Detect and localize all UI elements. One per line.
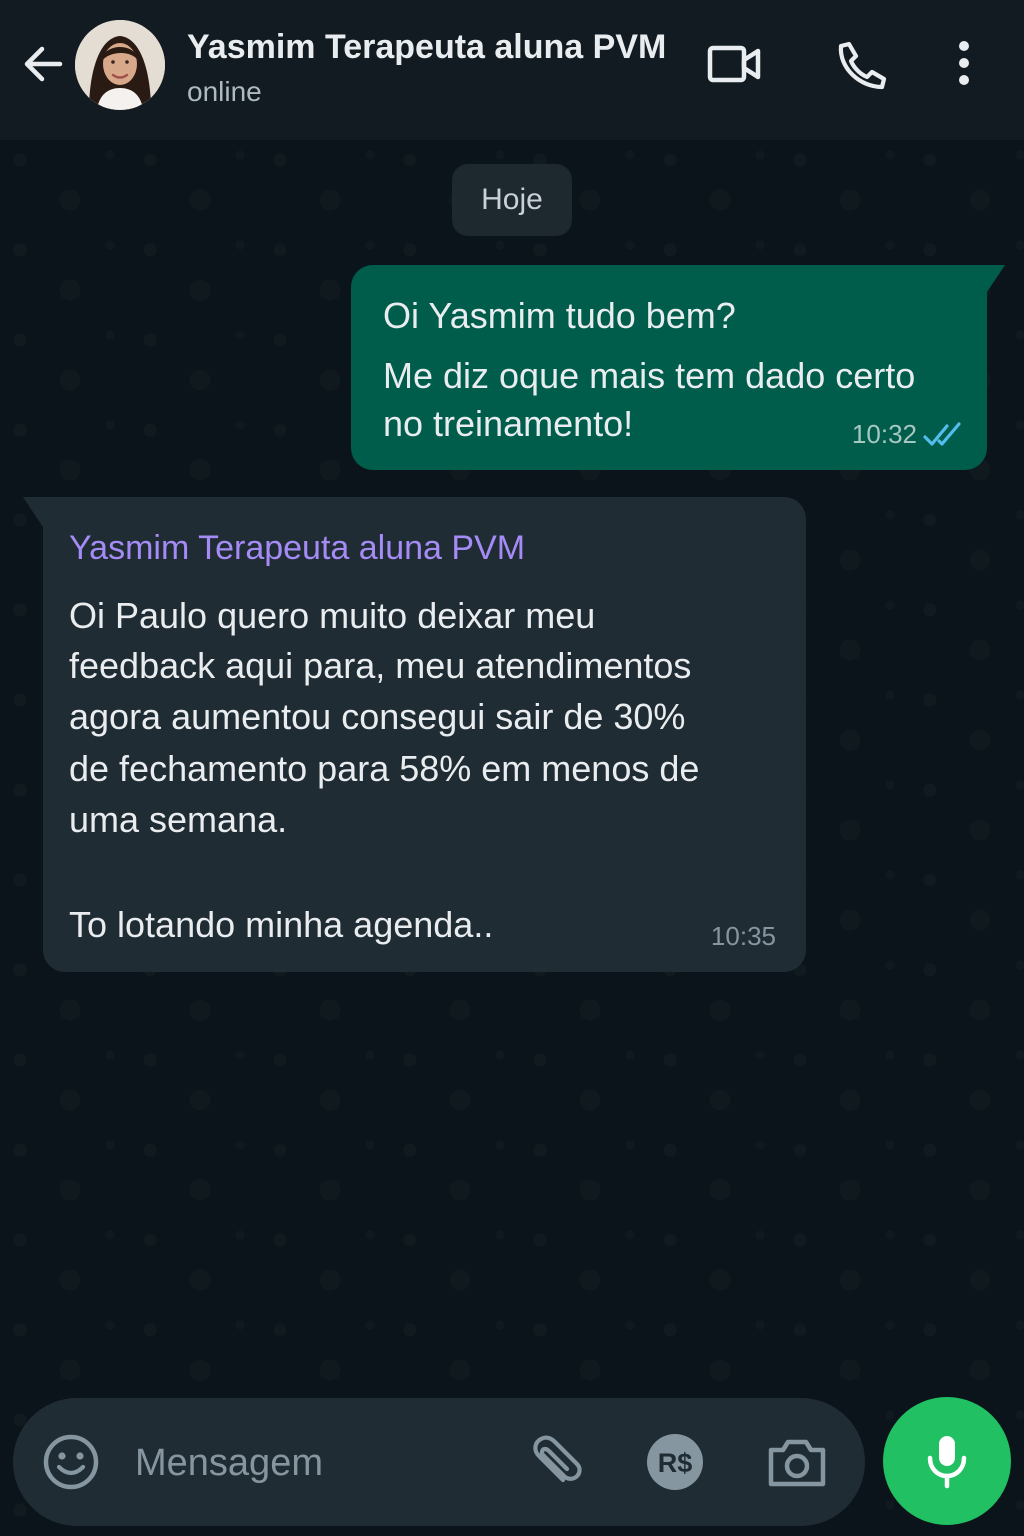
payment-icon[interactable]: R$ [645, 1432, 705, 1492]
attach-icon[interactable] [525, 1430, 587, 1492]
date-separator: Hoje [452, 164, 572, 236]
message-text-line: agora aumentou consegui sair de 30% [69, 696, 686, 737]
message-text-line: feedback aqui para, meu atendimentos [69, 645, 692, 686]
camera-icon[interactable] [765, 1432, 829, 1492]
microphone-icon [927, 1436, 967, 1489]
avatar[interactable] [75, 20, 165, 110]
payment-label: R$ [658, 1448, 693, 1478]
video-call-icon[interactable] [704, 36, 764, 92]
microphone-button[interactable] [883, 1397, 1011, 1525]
contact-status: online [187, 76, 262, 107]
message-timestamp: 10:35 [710, 921, 776, 951]
phone-icon[interactable] [830, 36, 890, 92]
bubble-tail [985, 265, 1005, 295]
message-text-line: no treinamento! [383, 403, 634, 444]
outgoing-message-bubble[interactable]: Oi Yasmim tudo bem? Me diz oque mais tem… [351, 265, 1005, 470]
message-input[interactable] [133, 1428, 517, 1498]
message-timestamp: 10:32 [851, 419, 917, 449]
message-text-line: Me diz oque mais tem dado certo [383, 355, 916, 396]
chat-screen: Yasmim Terapeuta aluna PVM online Hoje O… [0, 0, 1024, 1536]
back-arrow-icon[interactable] [22, 40, 66, 88]
message-composer: R$ [13, 1398, 865, 1526]
sender-name[interactable]: Yasmim Terapeuta aluna PVM [69, 529, 525, 568]
message-text-line: de fechamento para 58% em menos de [69, 748, 700, 789]
read-receipt-icon [923, 422, 961, 446]
emoji-icon[interactable] [41, 1432, 101, 1492]
avatar-portrait [75, 20, 165, 110]
message-text-line: Oi Paulo quero muito deixar meu [69, 595, 596, 636]
contact-name[interactable]: Yasmim Terapeuta aluna PVM [187, 28, 666, 67]
message-text-line: Oi Yasmim tudo bem? [383, 295, 736, 336]
more-vertical-icon[interactable] [934, 36, 994, 92]
message-text-line: To lotando minha agenda.. [69, 904, 494, 945]
message-text-line: uma semana. [69, 799, 288, 840]
chat-header: Yasmim Terapeuta aluna PVM online [0, 0, 1024, 140]
bubble-tail [23, 497, 43, 527]
incoming-message-bubble[interactable]: Yasmim Terapeuta aluna PVM Oi Paulo quer… [23, 497, 806, 972]
